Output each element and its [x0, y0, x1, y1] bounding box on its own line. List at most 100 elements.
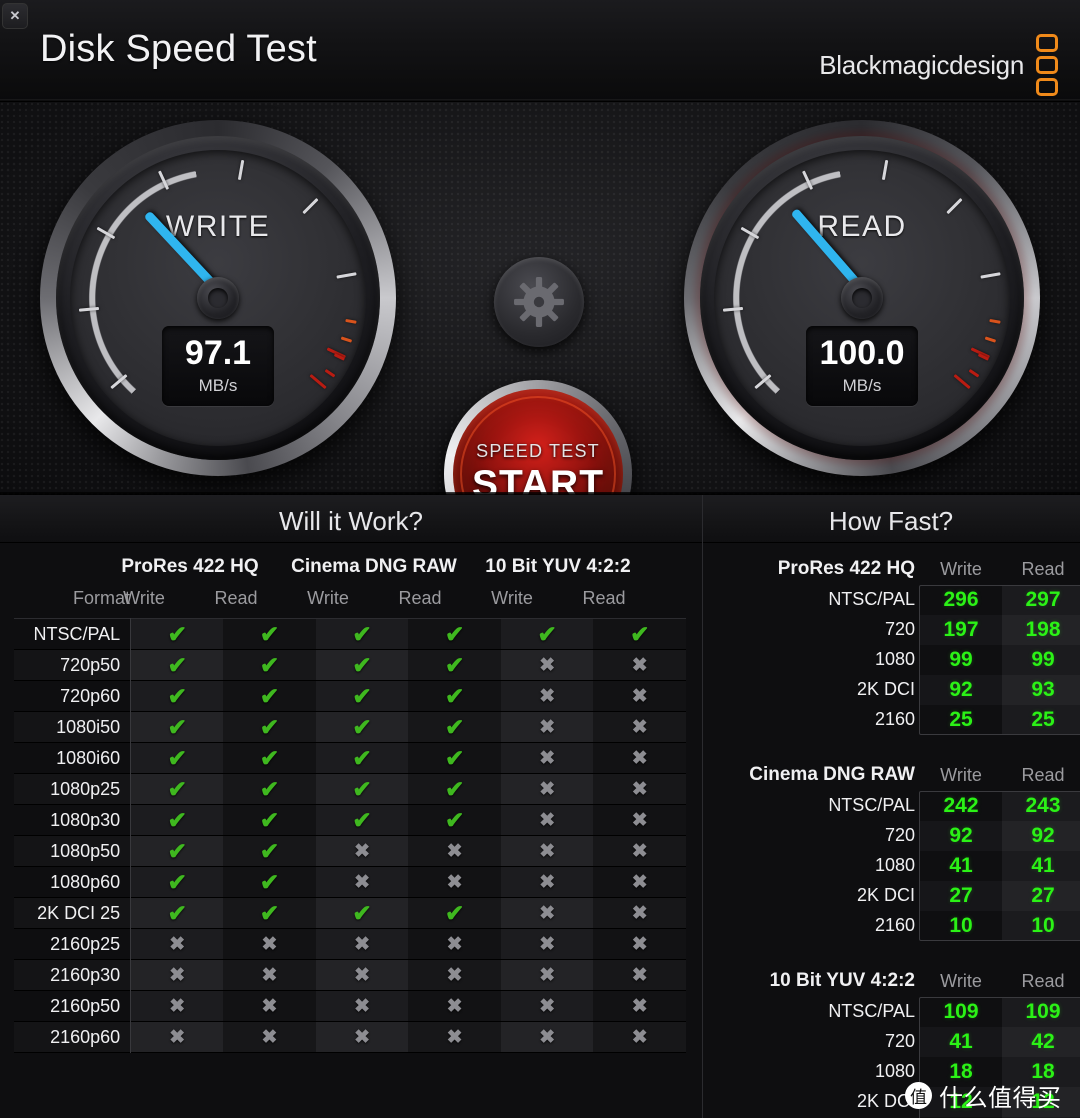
table-row: NTSC/PAL✔✔✔✔✔✔ — [14, 619, 686, 650]
unsupported-cell: ✖ — [501, 1022, 594, 1053]
check-icon: ✔ — [352, 714, 371, 740]
write-value: 97.1 — [185, 336, 251, 370]
gear-icon — [513, 276, 565, 328]
speed-row: 21602525 — [703, 705, 1080, 735]
check-icon: ✔ — [445, 683, 464, 709]
check-icon: ✔ — [168, 652, 187, 678]
check-icon: ✔ — [352, 652, 371, 678]
write-unit: MB/s — [199, 376, 238, 396]
resolution-label: 2K DCI — [707, 679, 915, 700]
start-button-sublabel: SPEED TEST — [476, 441, 600, 462]
unsupported-cell: ✖ — [408, 960, 501, 991]
brand-logo: Blackmagicdesign — [819, 34, 1058, 96]
write-speed-value: 10 — [920, 911, 1002, 941]
unsupported-cell: ✖ — [223, 960, 316, 991]
column-header: Write — [98, 588, 190, 609]
speed-row: NTSC/PAL109109 — [703, 997, 1080, 1027]
read-speed-value: 109 — [1002, 997, 1080, 1027]
unsupported-cell: ✖ — [223, 929, 316, 960]
compatibility-table: NTSC/PAL✔✔✔✔✔✔720p50✔✔✔✔✖✖720p60✔✔✔✔✖✖10… — [14, 618, 686, 1053]
cross-icon: ✖ — [169, 965, 185, 986]
write-readout: 97.1 MB/s — [162, 326, 274, 406]
unsupported-cell: ✖ — [316, 1022, 409, 1053]
unsupported-cell: ✖ — [593, 960, 686, 991]
unsupported-cell: ✖ — [593, 805, 686, 836]
read-readout: 100.0 MB/s — [806, 326, 918, 406]
supported-cell: ✔ — [131, 867, 224, 898]
write-speed-value: 92 — [920, 821, 1002, 851]
supported-cell: ✔ — [593, 619, 686, 650]
column-header: Read — [374, 588, 466, 609]
supported-cell: ✔ — [408, 619, 501, 650]
unsupported-cell: ✖ — [501, 867, 594, 898]
supported-cell: ✔ — [223, 743, 316, 774]
supported-cell: ✔ — [316, 743, 409, 774]
check-icon: ✔ — [352, 807, 371, 833]
supported-cell: ✔ — [223, 898, 316, 929]
write-speed-value: 242 — [920, 791, 1002, 821]
read-speed-value: 41 — [1002, 851, 1080, 881]
check-icon: ✔ — [260, 745, 279, 771]
resolution-label: 2K DCI — [707, 885, 915, 906]
table-row: 1080p25✔✔✔✔✖✖ — [14, 774, 686, 805]
format-label: 2160p25 — [14, 929, 131, 960]
codec-speed-block: 10 Bit YUV 4:2:2WriteReadNTSC/PAL1091097… — [703, 963, 1080, 1118]
check-icon: ✔ — [168, 683, 187, 709]
cross-icon: ✖ — [539, 934, 555, 955]
check-icon: ✔ — [260, 714, 279, 740]
supported-cell: ✔ — [316, 619, 409, 650]
speed-row: NTSC/PAL296297 — [703, 585, 1080, 615]
resolution-label: 2K DCI — [707, 1091, 915, 1112]
write-speed-value: 197 — [920, 615, 1002, 645]
cross-icon: ✖ — [354, 872, 370, 893]
speed-row: 7204142 — [703, 1027, 1080, 1057]
codec-speed-header: Cinema DNG RAWWriteRead — [703, 757, 1080, 791]
unsupported-cell: ✖ — [131, 991, 224, 1022]
read-speed-value: 243 — [1002, 791, 1080, 821]
read-column-header: Read — [1002, 971, 1080, 992]
format-label: 720p60 — [14, 681, 131, 712]
cross-icon: ✖ — [632, 872, 648, 893]
write-speed-value: 109 — [920, 997, 1002, 1027]
read-gauge: READ 100.0 MB/s — [684, 120, 1040, 476]
read-speed-value: 42 — [1002, 1027, 1080, 1057]
cross-icon: ✖ — [354, 934, 370, 955]
cross-icon: ✖ — [262, 965, 278, 986]
supported-cell: ✔ — [223, 774, 316, 805]
cross-icon: ✖ — [447, 1027, 463, 1048]
section-title-bar: Will it Work? How Fast? — [0, 495, 1080, 543]
speed-row: NTSC/PAL242243 — [703, 791, 1080, 821]
close-button[interactable]: ✕ — [2, 3, 28, 29]
speed-row: 10801818 — [703, 1057, 1080, 1087]
cross-icon: ✖ — [447, 996, 463, 1017]
speed-row: 720197198 — [703, 615, 1080, 645]
supported-cell: ✔ — [316, 805, 409, 836]
cross-icon: ✖ — [447, 872, 463, 893]
settings-button[interactable] — [494, 257, 584, 347]
read-column-header: Read — [1002, 765, 1080, 786]
speed-row: 21601010 — [703, 911, 1080, 941]
read-unit: MB/s — [843, 376, 882, 396]
check-icon: ✔ — [352, 900, 371, 926]
format-label: 1080p50 — [14, 836, 131, 867]
check-icon: ✔ — [445, 807, 464, 833]
unsupported-cell: ✖ — [501, 836, 594, 867]
unsupported-cell: ✖ — [316, 867, 409, 898]
write-speed-value: 27 — [920, 881, 1002, 911]
cross-icon: ✖ — [354, 841, 370, 862]
check-icon: ✔ — [445, 776, 464, 802]
supported-cell: ✔ — [316, 712, 409, 743]
cross-icon: ✖ — [632, 686, 648, 707]
unsupported-cell: ✖ — [593, 898, 686, 929]
cross-icon: ✖ — [632, 810, 648, 831]
supported-cell: ✔ — [408, 774, 501, 805]
unsupported-cell: ✖ — [223, 1022, 316, 1053]
supported-cell: ✔ — [316, 650, 409, 681]
supported-cell: ✔ — [223, 650, 316, 681]
write-speed-value: 41 — [920, 851, 1002, 881]
cross-icon: ✖ — [632, 903, 648, 924]
supported-cell: ✔ — [223, 867, 316, 898]
check-icon: ✔ — [445, 621, 464, 647]
cross-icon: ✖ — [447, 965, 463, 986]
unsupported-cell: ✖ — [131, 929, 224, 960]
